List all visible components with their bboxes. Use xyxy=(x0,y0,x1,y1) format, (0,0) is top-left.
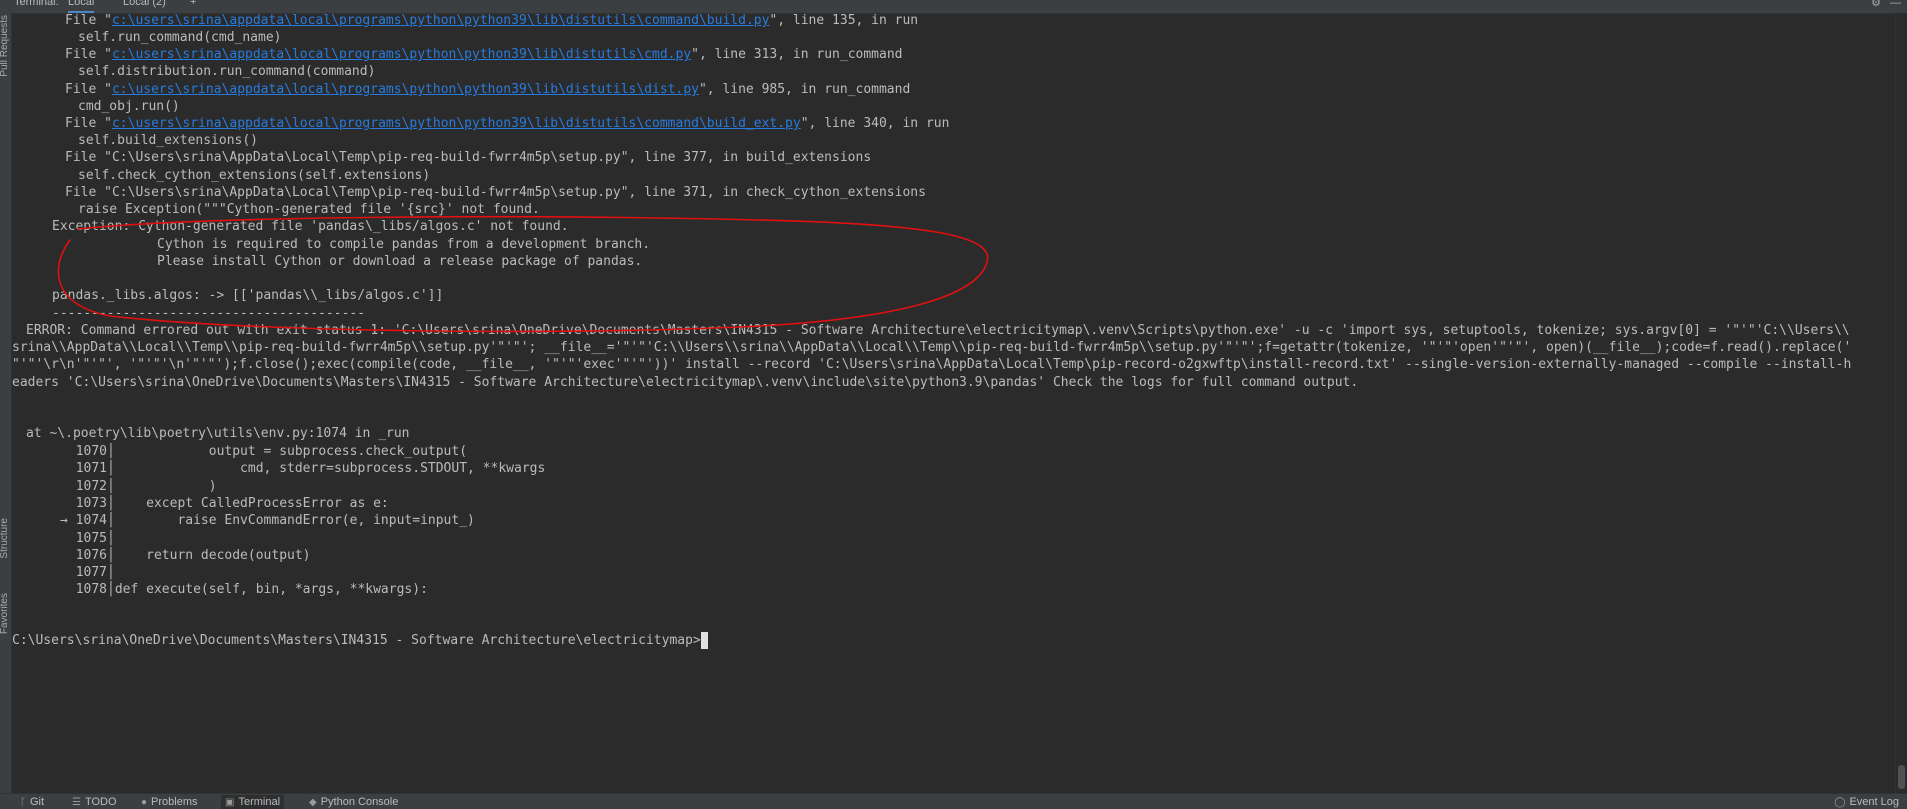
tab-local-2[interactable]: Local (2) xyxy=(123,0,166,8)
exception-detail: Please install Cython or download a rele… xyxy=(157,254,643,269)
terminal-tab-bar: Terminal: Local Local (2) + ⚙ — xyxy=(0,0,1907,14)
python-console-tab[interactable]: ◆ Python Console xyxy=(305,795,402,809)
event-log-icon: ◯ xyxy=(1834,797,1846,808)
pull-requests-tool-button[interactable]: Pull Requests xyxy=(0,15,10,77)
gutter-bar: │ xyxy=(107,513,115,529)
gutter-bar: │ xyxy=(107,530,115,546)
terminal-label: Terminal: xyxy=(14,0,59,8)
gutter-bar: │ xyxy=(107,444,115,459)
todo-tab[interactable]: ☰ TODO xyxy=(68,795,121,809)
git-tab[interactable]: ᚴ Git xyxy=(16,795,48,809)
git-branch-icon: ᚴ xyxy=(20,797,26,808)
gutter-bar: │ xyxy=(107,582,115,598)
file-link[interactable]: c:\users\srina\appdata\local\programs\py… xyxy=(112,47,691,62)
code-text: raise EnvCommandError(e, input=input_) xyxy=(114,513,475,529)
minimize-icon[interactable]: — xyxy=(1890,0,1901,9)
shell-prompt[interactable]: C:\Users\srina\OneDrive\Documents\Master… xyxy=(12,630,708,651)
line-number: 1078 xyxy=(75,582,107,598)
code-line: 1078│def execute(self, bin, *args, **kwa… xyxy=(12,579,428,600)
terminal-tab[interactable]: ▣ Terminal xyxy=(221,795,285,809)
event-log-button[interactable]: ◯ Event Log xyxy=(1830,795,1903,809)
traceback-file-line: File "c:\users\srina\appdata\local\progr… xyxy=(65,82,911,97)
scrollbar-thumb[interactable] xyxy=(1898,765,1905,789)
gutter-bar: │ xyxy=(107,547,115,563)
code-text: ) xyxy=(114,478,217,494)
problems-tab[interactable]: ● Problems xyxy=(137,795,202,809)
right-scroll-strip xyxy=(1895,13,1907,793)
structure-tool-button[interactable]: Structure xyxy=(0,518,10,559)
code-text: def execute(self, bin, *args, **kwargs): xyxy=(114,582,428,598)
file-link[interactable]: c:\users\srina\appdata\local\programs\py… xyxy=(112,82,699,97)
code-text: return decode(output) xyxy=(114,547,311,563)
left-tool-strip: Pull Requests Structure Favorites xyxy=(0,13,12,793)
terminal-output[interactable]: File "c:\users\srina\appdata\local\progr… xyxy=(12,13,1896,793)
favorites-tool-button[interactable]: Favorites xyxy=(0,593,10,634)
file-link[interactable]: c:\users\srina\appdata\local\programs\py… xyxy=(112,116,801,131)
terminal-icon: ▣ xyxy=(225,797,235,808)
info-icon: ● xyxy=(141,797,148,808)
code-text: except CalledProcessError as e: xyxy=(114,495,389,511)
gear-icon[interactable]: ⚙ xyxy=(1871,0,1881,9)
code-text: cmd, stderr=subprocess.STDOUT, **kwargs xyxy=(114,461,546,477)
code-text: output = subprocess.check_output( xyxy=(114,444,468,459)
text-cursor xyxy=(700,632,708,649)
python-icon: ◆ xyxy=(309,797,317,808)
gutter-bar: │ xyxy=(107,565,115,581)
file-link[interactable]: c:\users\srina\appdata\local\programs\py… xyxy=(112,13,769,28)
error-line: eaders 'C:\Users\srina\OneDrive\Document… xyxy=(12,375,1359,390)
gutter-bar: │ xyxy=(107,461,115,477)
tab-local[interactable]: Local xyxy=(68,0,95,13)
tool-window-bar: ᚴ Git ☰ TODO ● Problems ▣ Terminal ◆ Python C… xyxy=(0,793,1907,809)
list-icon: ☰ xyxy=(72,797,81,808)
gutter-bar: │ xyxy=(107,478,115,494)
add-tab-button[interactable]: + xyxy=(190,0,196,8)
gutter-bar: │ xyxy=(107,495,115,511)
tabbar-actions: ⚙ — xyxy=(1871,0,1901,9)
